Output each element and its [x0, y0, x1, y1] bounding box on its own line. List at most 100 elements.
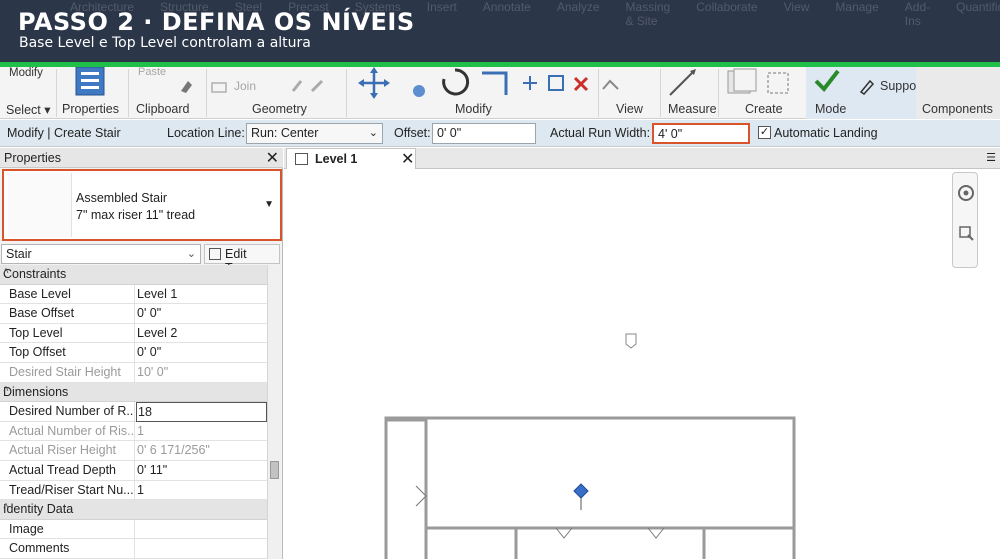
property-value[interactable]: 0' 11"	[136, 461, 267, 481]
chevron-down-icon: ⌄	[186, 248, 196, 260]
view-group-label: View	[616, 102, 643, 116]
property-value[interactable]: 0' 0"	[136, 343, 267, 363]
tab-level-1[interactable]: Level 1 ✕	[286, 148, 416, 169]
cope-icon[interactable]	[210, 79, 230, 98]
steering-wheel-icon[interactable]	[958, 185, 974, 201]
instance-filter-row: Stair ⌄ Edit Type	[0, 243, 283, 275]
property-row: Actual Number of Ris... 1	[0, 421, 267, 442]
property-value[interactable]: 1	[136, 481, 267, 501]
copy-icon[interactable]	[410, 83, 430, 102]
property-row: Actual Tread Depth 0' 11"	[0, 460, 267, 481]
view-tab-bar: Level 1 ✕ ☰	[284, 148, 1000, 169]
automatic-landing-label: Automatic Landing	[774, 126, 878, 140]
banner-title: PASSO 2 · DEFINA OS NÍVEIS	[18, 8, 415, 36]
instance-filter-select[interactable]: Stair ⌄	[1, 244, 201, 264]
property-group-header[interactable]: Identity Data ˄	[0, 500, 267, 520]
select-group-label[interactable]: Select ▾	[6, 102, 51, 117]
property-row: Top Offset 0' 0"	[0, 343, 267, 363]
pick-icon[interactable]	[764, 69, 794, 100]
ribbon-tab[interactable]: Collaborate	[696, 0, 757, 16]
property-group-header[interactable]: Constraints ˄	[0, 265, 267, 285]
navigation-bar	[952, 172, 978, 268]
location-line-select[interactable]: Run: Center ⌄	[246, 123, 383, 144]
support-icon[interactable]	[858, 77, 876, 98]
edit-type-icon	[209, 248, 221, 260]
trim-extend-icon[interactable]	[478, 67, 512, 102]
property-key: Tread/Riser Start Nu...	[0, 480, 135, 501]
rotate-icon[interactable]	[440, 67, 470, 100]
type-dropdown-icon[interactable]: ▼	[264, 199, 274, 210]
ribbon-tab[interactable]: Insert	[427, 0, 457, 16]
close-icon[interactable]: ✕	[401, 149, 414, 169]
ribbon-tab[interactable]: Quantification	[956, 0, 1000, 16]
view-tool-icon[interactable]	[600, 77, 622, 96]
ribbon-tab[interactable]: Annotate	[483, 0, 531, 16]
property-group-header[interactable]: Dimensions ˄	[0, 382, 267, 403]
measure-group-label: Measure	[668, 102, 717, 116]
clipboard-group-label: Clipboard	[136, 102, 190, 116]
property-key: Base Level	[0, 284, 135, 305]
modify-tool-label[interactable]: Modify	[9, 67, 43, 79]
property-key: Top Level	[0, 323, 135, 344]
properties-panel: Properties ✕ Assembled Stair 7" max rise…	[0, 148, 283, 559]
property-value[interactable]	[136, 539, 267, 559]
join-label[interactable]: Join	[234, 79, 256, 93]
location-line-label: Location Line:	[167, 126, 245, 140]
move-icon[interactable]	[356, 67, 392, 102]
collapse-icon[interactable]: ˄	[3, 501, 262, 512]
collapse-icon[interactable]: ˄	[3, 266, 262, 277]
run-width-input[interactable]: 4' 0"	[652, 123, 750, 144]
match-properties-icon[interactable]	[178, 77, 200, 98]
property-value[interactable]: Level 2	[136, 324, 267, 344]
close-icon[interactable]: ✕	[266, 148, 279, 168]
modify-group-label: Modify	[455, 102, 492, 116]
scrollbar-thumb[interactable]	[270, 461, 279, 479]
finish-edit-mode-icon[interactable]	[812, 67, 842, 98]
stair-placement-marker-icon[interactable]	[573, 483, 589, 510]
collapse-icon[interactable]: ˄	[3, 384, 262, 395]
ribbon-tab[interactable]: Massing & Site	[626, 0, 671, 28]
align-icon[interactable]	[546, 73, 566, 96]
floor-plan-drawing	[384, 333, 796, 559]
measure-icon[interactable]	[666, 67, 700, 102]
property-value[interactable]	[136, 520, 267, 540]
delete-icon[interactable]	[572, 75, 590, 96]
type-selector[interactable]: Assembled Stair 7" max riser 11" tread ▼	[2, 169, 282, 241]
run-width-label: Actual Run Width:	[550, 126, 651, 140]
property-row: Tread/Riser Start Nu... 1	[0, 480, 267, 501]
edit-type-button[interactable]: Edit Type	[204, 244, 280, 275]
type-name: Assembled Stair	[76, 191, 168, 205]
property-row: Desired Stair Height 10' 0"	[0, 362, 267, 383]
properties-scrollbar[interactable]	[267, 265, 281, 559]
property-value: 1	[137, 423, 144, 438]
property-key: Image	[0, 519, 135, 540]
property-key: Base Offset	[0, 304, 135, 324]
wall-joins-icon[interactable]	[290, 77, 330, 98]
automatic-landing-checkbox[interactable]: ✓	[758, 126, 771, 139]
create-component-icon[interactable]	[722, 67, 758, 100]
options-bar: Modify | Create Stair Location Line: Run…	[0, 120, 1000, 147]
drawing-canvas[interactable]	[284, 170, 1000, 559]
property-value[interactable]: Level 1	[136, 285, 267, 305]
property-key: Desired Number of R...	[0, 402, 135, 422]
property-row: Base Level Level 1	[0, 284, 267, 305]
paste-label[interactable]: Paste	[138, 66, 166, 78]
offset-input[interactable]: 0' 0"	[432, 123, 536, 144]
banner-subtitle: Base Level e Top Level controlam a altur…	[19, 35, 311, 51]
ribbon-tab[interactable]: Manage	[835, 0, 878, 16]
chevron-down-icon: ⌄	[368, 127, 378, 139]
tab-menu-icon[interactable]: ☰	[986, 151, 996, 164]
split-icon[interactable]	[520, 73, 540, 96]
zoom-icon[interactable]	[959, 226, 974, 241]
ribbon-tab[interactable]: View	[784, 0, 810, 16]
property-key: Top Offset	[0, 343, 135, 363]
tutorial-banner: Architecture Structure Steel Precast Systems…	[0, 0, 1000, 62]
ribbon-tab[interactable]: Add-Ins	[905, 0, 930, 28]
ribbon-tab[interactable]: Analyze	[557, 0, 600, 16]
type-thumbnail	[8, 173, 72, 237]
property-value[interactable]: 18	[136, 402, 267, 422]
property-key: Actual Number of Ris...	[0, 421, 135, 442]
properties-icon[interactable]	[70, 66, 110, 100]
property-key: Desired Stair Height	[0, 362, 135, 383]
property-value[interactable]: 0' 0"	[136, 304, 267, 324]
